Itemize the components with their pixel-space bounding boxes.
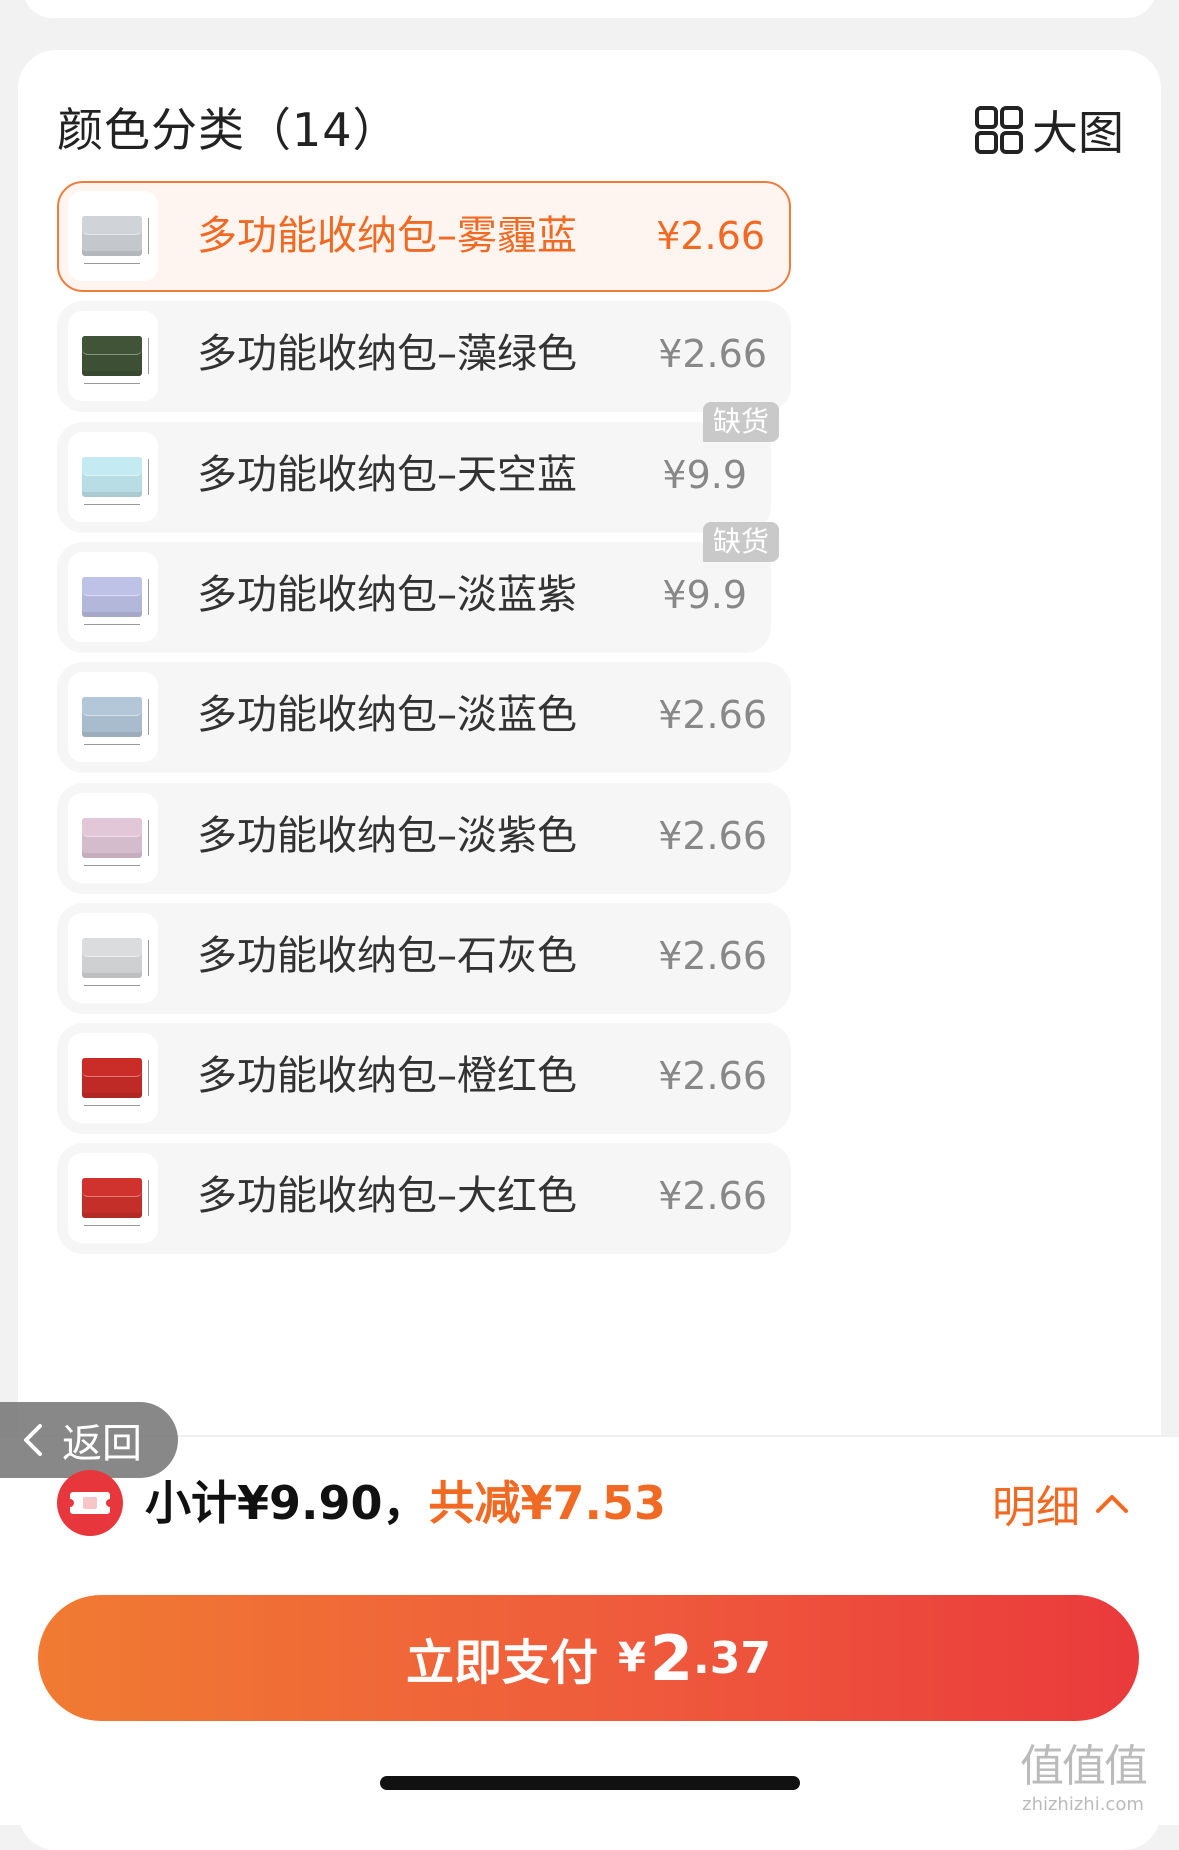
variant-thumbnail (68, 311, 158, 401)
dimension-line (148, 820, 149, 856)
discount-text: 共减¥7.53 (428, 1476, 667, 1530)
variant-price: ¥2.66 (658, 1174, 767, 1218)
variant-name: 多功能收纳包–石灰色 (197, 933, 577, 979)
variant-option[interactable]: 多功能收纳包–大红色 ¥2.66 (57, 1143, 791, 1254)
out-of-stock-badge: 缺货 (702, 402, 779, 442)
dimension-line (84, 985, 140, 986)
variant-price: ¥2.66 (658, 693, 767, 737)
price-summary: 小计¥9.90，共减¥7.53 (145, 1466, 666, 1540)
detail-toggle[interactable]: 明细 (992, 1466, 1130, 1540)
pay-amount-decimal: .37 (693, 1632, 771, 1684)
variant-thumbnail (68, 191, 158, 281)
large-view-toggle[interactable]: 大图 (974, 98, 1124, 162)
variant-price: ¥2.66 (658, 934, 767, 978)
pouch-flap (82, 457, 142, 476)
variant-name: 多功能收纳包–天空蓝 (197, 452, 577, 498)
pay-now-label: 立即支付 (406, 1635, 599, 1691)
dimension-line (148, 459, 149, 495)
pouch-flap (82, 216, 142, 235)
dimension-line (148, 1180, 149, 1216)
dimension-line (84, 1225, 140, 1226)
variant-thumbnail (68, 432, 158, 522)
variant-name: 多功能收纳包–大红色 (197, 1173, 577, 1219)
pay-now-button[interactable]: 立即支付 ¥ 2 .37 (38, 1595, 1139, 1721)
subtotal-text: 小计¥9.90， (145, 1476, 429, 1530)
dimension-line (148, 579, 149, 615)
variant-name: 多功能收纳包–淡紫色 (197, 813, 577, 859)
variant-option[interactable]: 多功能收纳包–藻绿色 ¥2.66 (57, 301, 791, 412)
dimension-line (84, 504, 140, 505)
variant-name: 多功能收纳包–橙红色 (197, 1053, 577, 1099)
variant-thumbnail (68, 672, 158, 762)
pouch-flap (82, 336, 142, 355)
variant-thumbnail (68, 793, 158, 883)
variant-name: 多功能收纳包–藻绿色 (197, 331, 577, 377)
pay-amount-integer: 2 (649, 1621, 694, 1695)
watermark-logo: 值值值 (1020, 1741, 1148, 1792)
variant-option[interactable]: 多功能收纳包–淡蓝色 ¥2.66 (57, 662, 791, 773)
pouch-flap (82, 1058, 142, 1077)
dimension-line (148, 338, 149, 374)
pouch-flap (82, 577, 142, 596)
section-title: 颜色分类（14） (57, 103, 400, 157)
variant-option[interactable]: 多功能收纳包–淡蓝紫 ¥9.9 缺货 (57, 522, 779, 653)
dimension-line (148, 1060, 149, 1096)
variant-option[interactable]: 多功能收纳包–淡紫色 ¥2.66 (57, 783, 791, 894)
chevron-left-icon (24, 1424, 42, 1456)
previous-card (23, 0, 1156, 18)
variant-name: 多功能收纳包–淡蓝紫 (197, 572, 577, 618)
pouch-flap (82, 938, 142, 957)
coupon-icon (57, 1470, 123, 1536)
variant-thumbnail (68, 1153, 158, 1243)
dimension-line (148, 218, 149, 254)
home-indicator[interactable] (380, 1776, 800, 1790)
pay-currency: ¥ (618, 1635, 646, 1681)
dimension-line (148, 940, 149, 976)
variant-thumbnail (68, 552, 158, 642)
variant-thumbnail (68, 1033, 158, 1123)
variant-option[interactable]: 多功能收纳包–雾霾蓝 ¥2.66 (57, 181, 791, 292)
variant-price: ¥2.66 (658, 332, 767, 376)
dimension-line (148, 699, 149, 735)
variant-name: 多功能收纳包–雾霾蓝 (197, 213, 577, 259)
variant-price: ¥2.66 (658, 1054, 767, 1098)
grid-icon (975, 106, 1023, 154)
back-label: 返回 (62, 1421, 142, 1467)
variant-option[interactable]: 多功能收纳包–石灰色 ¥2.66 (57, 903, 791, 1014)
pouch-flap (82, 1178, 142, 1197)
pouch-flap (82, 818, 142, 837)
variant-option[interactable]: 多功能收纳包–天空蓝 ¥9.9 缺货 (57, 402, 779, 533)
variant-price: ¥2.66 (658, 814, 767, 858)
detail-label: 明细 (992, 1482, 1080, 1533)
dimension-line (84, 383, 140, 384)
variant-thumbnail (68, 913, 158, 1003)
pouch-flap (82, 697, 142, 716)
watermark-url: zhizhizhi.com (1022, 1794, 1144, 1815)
dimension-line (84, 865, 140, 866)
large-view-label: 大图 (1032, 106, 1124, 160)
chevron-up-icon (1096, 1495, 1128, 1513)
dimension-line (84, 744, 140, 745)
out-of-stock-badge: 缺货 (702, 522, 779, 562)
dimension-line (84, 1105, 140, 1106)
dimension-line (84, 624, 140, 625)
watermark: 值值值 zhizhizhi.com (1020, 1730, 1148, 1815)
variant-name: 多功能收纳包–淡蓝色 (197, 692, 577, 738)
variant-price: ¥2.66 (656, 214, 765, 258)
dimension-line (84, 263, 140, 264)
variant-option[interactable]: 多功能收纳包–橙红色 ¥2.66 (57, 1023, 791, 1134)
